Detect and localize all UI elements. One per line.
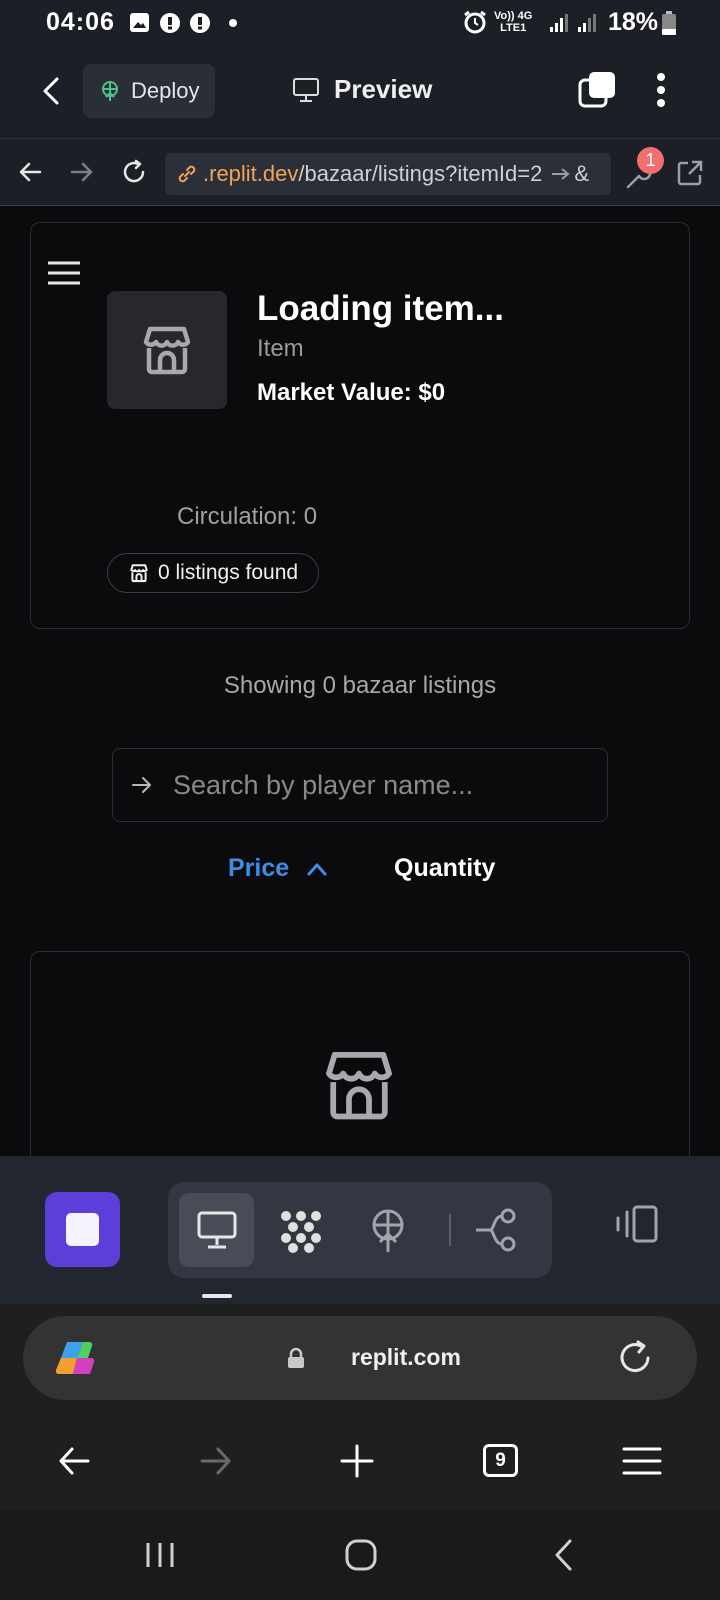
alarm-icon <box>464 10 486 34</box>
sort-price-label: Price <box>228 854 290 882</box>
stop-button[interactable] <box>45 1192 120 1267</box>
storefront-icon <box>143 326 191 375</box>
signal-icon <box>550 14 596 32</box>
browser-menu-icon[interactable] <box>622 1446 662 1476</box>
new-tab-icon[interactable] <box>340 1444 374 1478</box>
tabs-overview-icon[interactable] <box>578 70 618 110</box>
network-label-bottom: LTE1 <box>500 22 527 34</box>
packages-icon[interactable] <box>278 1208 324 1254</box>
deploy-globe-icon <box>102 81 118 101</box>
listings-found-badge: 0 listings found <box>107 553 320 593</box>
deploy-button[interactable]: Deploy <box>83 64 215 118</box>
back-chevron-icon[interactable] <box>40 76 62 106</box>
android-navigation-bar <box>0 1510 720 1600</box>
tool-group <box>168 1182 552 1278</box>
devtools-badge: 1 <box>637 147 664 174</box>
storefront-icon <box>130 564 148 583</box>
back-arrow-icon[interactable] <box>18 161 42 183</box>
refresh-icon[interactable] <box>617 1340 653 1376</box>
deploy-globe-icon[interactable] <box>368 1208 408 1254</box>
search-input[interactable] <box>173 769 573 801</box>
battery-percent: 18% <box>608 8 659 36</box>
listings-found-label: 0 listings found <box>158 561 299 584</box>
stop-icon <box>66 1213 99 1246</box>
page-content: Loading item... Item Market Value: $0 Ci… <box>0 206 720 1211</box>
battery-icon <box>662 11 676 35</box>
preview-url-bar: .replit.dev/bazaar/listings?itemId=2 & 1 <box>0 138 720 206</box>
replit-toolbar <box>0 1156 720 1304</box>
item-subtitle: Item <box>257 335 304 362</box>
browser-forward-icon[interactable] <box>200 1446 232 1476</box>
reload-icon[interactable] <box>120 158 148 186</box>
copilot-icon[interactable] <box>53 1336 97 1380</box>
forward-arrow-icon[interactable] <box>70 161 94 183</box>
dot-icon <box>229 19 237 27</box>
status-time: 04:06 <box>46 8 115 36</box>
status-bar: 04:06 Vo)) 4G LTE1 18% <box>0 0 720 44</box>
preview-tab[interactable]: Preview <box>292 74 432 105</box>
preview-label: Preview <box>334 74 433 104</box>
open-external-icon[interactable] <box>676 159 704 187</box>
deploy-label: Deploy <box>131 78 200 103</box>
tabs-button[interactable]: 9 <box>483 1444 518 1477</box>
address-text: replit.com <box>351 1344 461 1370</box>
browser-back-icon[interactable] <box>58 1446 90 1476</box>
player-search-box[interactable] <box>112 748 608 822</box>
more-options-icon[interactable] <box>656 72 666 108</box>
menu-icon[interactable] <box>47 261 81 285</box>
monitor-icon <box>197 1211 237 1249</box>
listings-count-text: Showing 0 bazaar listings <box>223 672 497 699</box>
storefront-icon <box>326 1052 392 1120</box>
item-card: Loading item... Item Market Value: $0 Ci… <box>30 222 690 629</box>
url-tail: & <box>574 161 590 186</box>
market-value: Market Value: $0 <box>257 379 446 406</box>
replit-header: Deploy Preview <box>0 44 720 138</box>
tool-divider <box>449 1214 451 1246</box>
network-label-top: Vo)) 4G <box>494 10 533 22</box>
sort-price-button[interactable]: Price <box>228 854 327 883</box>
item-thumbnail <box>107 291 227 409</box>
browser-chrome: replit.com 9 <box>0 1304 720 1510</box>
item-title: Loading item... <box>257 289 504 328</box>
home-indicator <box>202 1294 232 1298</box>
url-path: /bazaar/listings?itemId=2 <box>298 161 543 186</box>
address-bar[interactable]: replit.com <box>23 1316 697 1400</box>
tool-preview-button[interactable] <box>179 1193 254 1267</box>
notification-icons <box>130 13 210 33</box>
network-label: Vo)) 4G LTE1 <box>494 10 532 34</box>
devices-icon[interactable] <box>614 1204 660 1244</box>
recents-icon[interactable] <box>145 1540 175 1570</box>
home-icon[interactable] <box>344 1538 378 1572</box>
system-back-icon[interactable] <box>552 1538 574 1572</box>
link-icon <box>178 165 196 183</box>
url-host: .replit.dev <box>203 161 299 186</box>
circulation: Circulation: 0 <box>177 503 318 530</box>
url-field[interactable]: .replit.dev/bazaar/listings?itemId=2 & <box>165 153 611 195</box>
git-branch-icon[interactable] <box>474 1208 518 1252</box>
arrow-right-icon <box>132 777 151 793</box>
chevron-up-icon <box>307 863 327 875</box>
arrow-right-icon <box>552 168 570 180</box>
lock-icon <box>288 1347 304 1368</box>
monitor-icon <box>293 77 319 102</box>
sort-quantity-button[interactable]: Quantity <box>394 854 495 883</box>
